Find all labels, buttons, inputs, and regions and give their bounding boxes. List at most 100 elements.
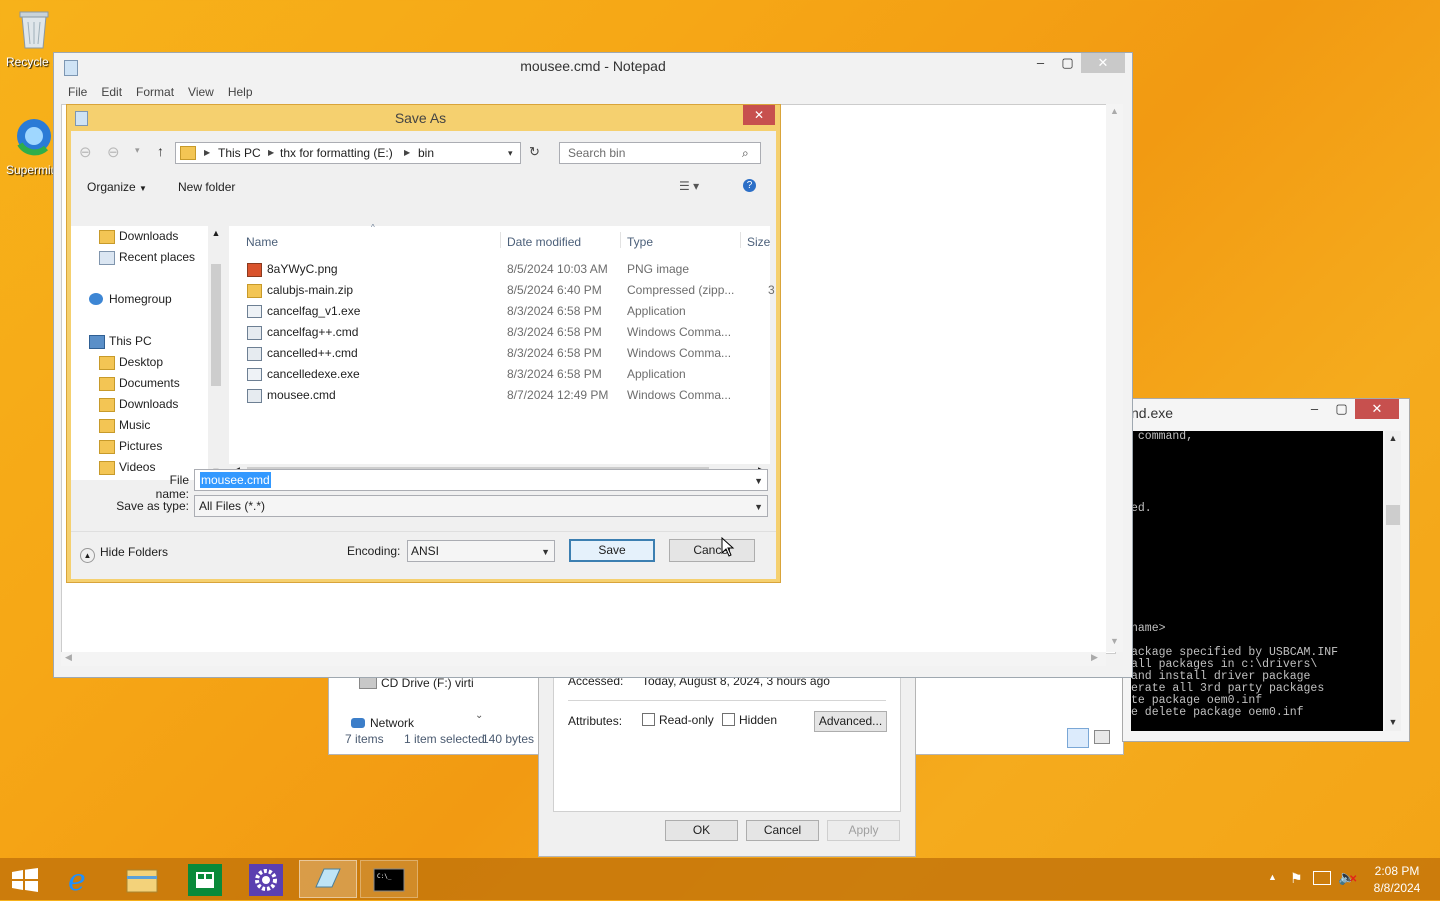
clock-time[interactable]: 2:08 PM [1364, 864, 1430, 878]
scroll-up-icon[interactable]: ▲ [1385, 433, 1401, 443]
network-icon[interactable] [1313, 871, 1331, 885]
file-row[interactable]: cancelledexe.exe 8/3/2024 6:58 PM Applic… [229, 364, 770, 385]
scroll-left-icon[interactable]: ◀ [65, 652, 72, 663]
nav-item-downloads-fav[interactable]: Downloads [99, 226, 178, 246]
nav-item-documents[interactable]: Documents [99, 373, 180, 393]
nav-item-cd-drive[interactable]: CD Drive (F:) virti [359, 676, 474, 690]
scroll-down-icon[interactable]: ▼ [1106, 636, 1123, 646]
column-header-name[interactable]: Name [246, 235, 278, 249]
column-header-date[interactable]: Date modified [507, 235, 581, 249]
column-header-size[interactable]: Size [747, 235, 770, 249]
nav-item-this-pc[interactable]: This PC [89, 331, 152, 351]
cancel-button[interactable]: Cancel [669, 539, 755, 562]
nav-item-homegroup[interactable]: Homegroup [89, 289, 172, 309]
refresh-icon[interactable]: ↻ [529, 144, 540, 160]
column-divider[interactable] [740, 232, 741, 248]
menu-format[interactable]: Format [129, 85, 181, 99]
minimize-button[interactable]: – [1027, 53, 1054, 73]
file-name-input[interactable]: mousee.cmd ▼ [194, 469, 768, 491]
new-folder-button[interactable]: New folder [178, 180, 235, 194]
close-button[interactable]: ✕ [743, 105, 775, 125]
file-row[interactable]: cancelfag++.cmd 8/3/2024 6:58 PM Windows… [229, 322, 770, 343]
ok-button[interactable]: OK [665, 820, 738, 841]
search-input[interactable]: Search bin ⌕ [559, 142, 761, 164]
nav-scrollbar[interactable]: ▲ ▼ [208, 226, 224, 480]
minimize-button[interactable]: – [1301, 399, 1328, 419]
checkbox-box[interactable] [722, 713, 735, 726]
taskbar-settings[interactable] [237, 860, 295, 898]
close-button[interactable]: ✕ [1355, 399, 1399, 419]
close-button[interactable]: ✕ [1081, 53, 1125, 73]
menu-edit[interactable]: Edit [94, 85, 129, 99]
taskbar-command-prompt[interactable]: C:\_ [360, 860, 418, 898]
nav-item-music[interactable]: Music [99, 415, 150, 435]
recent-locations-chevron-icon[interactable]: ▾ [135, 145, 140, 156]
encoding-select[interactable]: ANSI ▼ [407, 540, 555, 562]
scroll-thumb[interactable] [211, 264, 221, 386]
vertical-scrollbar[interactable]: ▲ ▼ [1106, 104, 1123, 652]
taskbar-store[interactable] [176, 860, 234, 898]
up-arrow-icon[interactable]: ↑ [157, 143, 164, 159]
advanced-button[interactable]: Advanced... [814, 711, 887, 732]
chevron-down-icon[interactable]: ▼ [541, 542, 550, 562]
taskbar-file-explorer[interactable] [113, 860, 171, 898]
maximize-button[interactable]: ▢ [1054, 53, 1081, 73]
breadcrumb-bin[interactable]: bin [418, 143, 434, 163]
file-row[interactable]: calubjs-main.zip 8/5/2024 6:40 PM Compre… [229, 280, 775, 301]
menu-help[interactable]: Help [221, 85, 260, 99]
breadcrumb-this-pc[interactable]: This PC [218, 143, 261, 163]
hidden-checkbox[interactable]: Hidden [722, 713, 777, 727]
save-as-dialog[interactable]: Save As ✕ ⊖ ⊖ ▾ ↑ ▶ This PC ▶ thx for fo… [66, 104, 781, 583]
scroll-down-icon[interactable]: ▼ [1385, 717, 1401, 727]
address-bar[interactable]: ▶ This PC ▶ thx for formatting (E:) ▶ bi… [175, 142, 521, 164]
navigation-pane[interactable]: Downloads Recent places Homegroup This P… [71, 226, 224, 480]
large-icons-view-icon[interactable] [1094, 730, 1110, 744]
action-center-flag-icon[interactable]: ⚑ [1290, 870, 1303, 887]
cancel-button[interactable]: Cancel [746, 820, 819, 841]
chevron-down-icon[interactable]: ⌄ [475, 710, 483, 721]
column-divider[interactable] [500, 232, 501, 248]
file-row[interactable]: cancelled++.cmd 8/3/2024 6:58 PM Windows… [229, 343, 770, 364]
organize-button[interactable]: Organize ▼ [87, 180, 147, 194]
checkbox-box[interactable] [642, 713, 655, 726]
cmd-window[interactable]: nd.exe – ▢ ✕ command, ed. name> ackage s… [1122, 398, 1410, 742]
maximize-button[interactable]: ▢ [1328, 399, 1355, 419]
forward-icon[interactable]: ⊖ [107, 143, 120, 161]
nav-item-recent-places[interactable]: Recent places [99, 247, 195, 267]
view-options-icon[interactable]: ☰ ▾ [679, 179, 699, 193]
scroll-up-icon[interactable]: ▲ [208, 228, 224, 238]
file-row[interactable]: 8aYWyC.png 8/5/2024 10:03 AM PNG image [229, 259, 770, 280]
file-row[interactable]: cancelfag_v1.exe 8/3/2024 6:58 PM Applic… [229, 301, 770, 322]
scroll-right-icon[interactable]: ▶ [1091, 652, 1098, 663]
scrollbar[interactable]: ▲ ▼ [1385, 431, 1401, 731]
console-output[interactable]: command, ed. name> ackage specified by U… [1131, 431, 1383, 731]
properties-dialog[interactable]: Accessed: Today, August 8, 2024, 3 hours… [538, 665, 916, 857]
breadcrumb-drive[interactable]: thx for formatting (E:) [280, 143, 393, 163]
back-icon[interactable]: ⊖ [79, 143, 92, 161]
help-icon[interactable]: ? [743, 179, 756, 192]
taskbar-internet-explorer[interactable]: e [52, 860, 110, 898]
menu-file[interactable]: File [61, 85, 94, 99]
save-type-select[interactable]: All Files (*.*) ▼ [194, 495, 768, 517]
clock-date[interactable]: 8/8/2024 [1364, 881, 1430, 895]
file-row[interactable]: mousee.cmd 8/7/2024 12:49 PM Windows Com… [229, 385, 770, 406]
column-divider[interactable] [620, 232, 621, 248]
menu-view[interactable]: View [181, 85, 221, 99]
details-view-icon[interactable] [1067, 728, 1089, 748]
file-list[interactable]: ^ Name Date modified Type Size 8aYWyC.pn… [229, 223, 775, 480]
nav-item-network[interactable]: Network [351, 716, 414, 728]
chevron-down-icon[interactable]: ▾ [508, 143, 513, 163]
horizontal-scrollbar[interactable]: ◀ ▶ [61, 652, 1106, 666]
column-header-type[interactable]: Type [627, 235, 653, 249]
chevron-down-icon[interactable]: ▼ [754, 497, 763, 517]
chevron-down-icon[interactable]: ▼ [754, 471, 763, 491]
nav-item-pictures[interactable]: Pictures [99, 436, 162, 456]
nav-item-downloads[interactable]: Downloads [99, 394, 178, 414]
save-button[interactable]: Save [569, 539, 655, 562]
hide-folders-button[interactable]: ▲ Hide Folders [80, 545, 168, 563]
readonly-checkbox[interactable]: Read-only [642, 713, 714, 727]
scroll-thumb[interactable] [1386, 505, 1400, 525]
nav-item-desktop[interactable]: Desktop [99, 352, 163, 372]
start-button[interactable] [0, 860, 50, 898]
scroll-up-icon[interactable]: ▲ [1106, 106, 1123, 116]
